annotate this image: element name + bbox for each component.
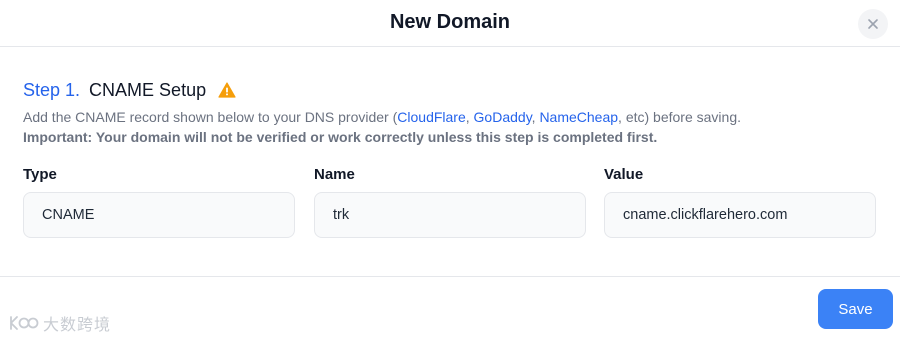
step-title: CNAME Setup xyxy=(89,79,207,100)
type-field: Type CNAME xyxy=(23,166,295,238)
value-label: Value xyxy=(604,166,644,183)
new-domain-modal: New Domain Step 1. CNAME Setup Add the C… xyxy=(0,0,900,339)
provider-link-godaddy[interactable]: GoDaddy xyxy=(474,109,532,125)
watermark-text: 大数跨境 xyxy=(43,317,112,334)
name-label: Name xyxy=(314,166,355,183)
type-input[interactable]: CNAME xyxy=(23,192,295,238)
warning-icon xyxy=(218,82,236,98)
step-description: Add the CNAME record shown below to your… xyxy=(23,109,741,125)
modal-header: New Domain xyxy=(0,0,900,47)
close-button[interactable] xyxy=(858,9,888,39)
watermark: 大数跨境 xyxy=(8,311,111,335)
important-notice: Important: Your domain will not be verif… xyxy=(23,129,658,145)
description-prefix: Add the CNAME record shown below to your… xyxy=(23,109,398,125)
name-input[interactable]: trk xyxy=(314,192,586,238)
provider-link-namecheap[interactable]: NameCheap xyxy=(539,109,618,125)
watermark-logo-icon xyxy=(10,316,39,330)
close-icon xyxy=(868,19,878,29)
step-heading: Step 1. CNAME Setup xyxy=(23,79,236,101)
provider-link-cloudflare[interactable]: CloudFlare xyxy=(397,109,465,125)
footer-divider xyxy=(0,276,900,277)
value-field: Value cname.clickflarehero.com xyxy=(604,166,876,238)
modal-title: New Domain xyxy=(389,11,511,33)
save-button[interactable]: Save xyxy=(818,289,893,329)
name-field: Name trk xyxy=(314,166,586,238)
step-number: Step 1. xyxy=(23,79,81,100)
value-input[interactable]: cname.clickflarehero.com xyxy=(604,192,876,238)
type-label: Type xyxy=(23,166,57,183)
description-suffix: , etc) before saving. xyxy=(618,109,741,125)
